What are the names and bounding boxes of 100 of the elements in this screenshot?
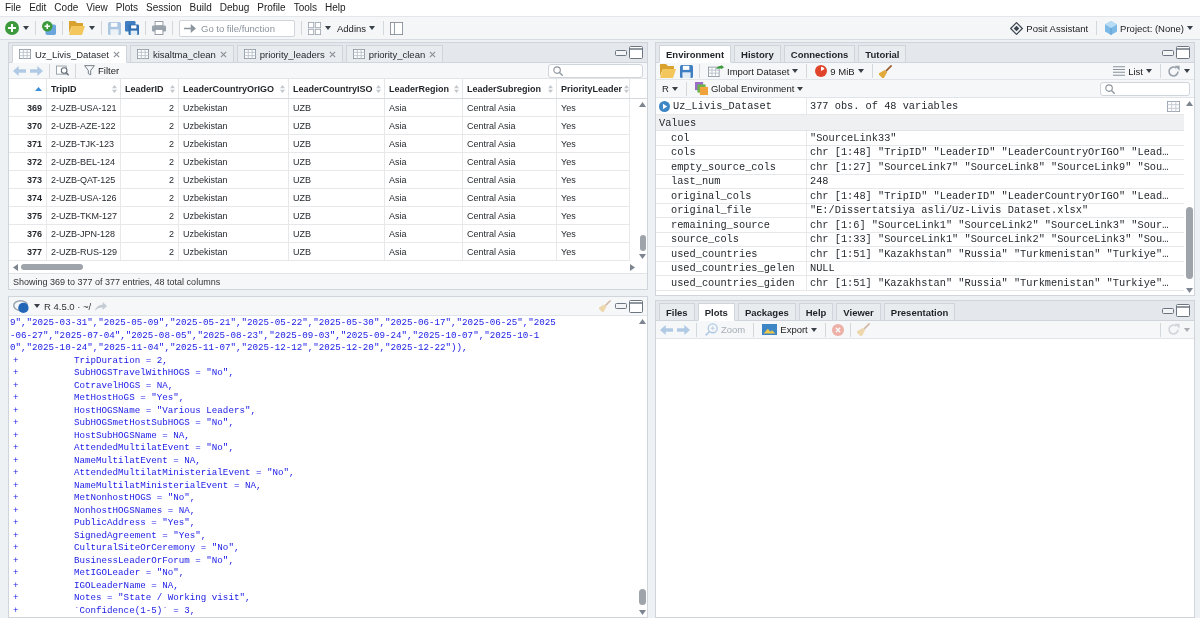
minimize-icon[interactable] (1162, 49, 1174, 56)
scrollbar-thumb[interactable] (639, 235, 646, 251)
table-cell: Central Asia (467, 246, 516, 257)
variable-value: chr [1:33] "SourceLink1" "SourceLink2" "SourceLink3" "Sou… (810, 233, 1169, 246)
caret-icon[interactable] (89, 26, 95, 30)
menu-item[interactable]: Profile (253, 1, 290, 15)
minimize-icon[interactable] (1162, 307, 1174, 314)
menu-item[interactable]: Tools (289, 1, 321, 15)
share-arrow-icon[interactable] (95, 301, 108, 311)
pane-tab[interactable]: priority_clean (345, 45, 444, 63)
caret-icon[interactable] (23, 26, 29, 30)
table-icon (243, 49, 256, 59)
export-button[interactable]: Export (760, 321, 819, 338)
table-cell: Yes (561, 102, 576, 113)
menu-item[interactable]: View (82, 1, 112, 15)
maximize-icon[interactable] (629, 299, 643, 313)
memory-usage-button[interactable]: 9 MiB (813, 62, 866, 80)
pane-tab[interactable]: Files (659, 303, 695, 321)
table-cell: Uzbekistan (183, 246, 228, 257)
status-text: Showing 369 to 377 of 377 entries, 48 total columns (13, 276, 221, 287)
filter-button[interactable]: Filter (82, 62, 122, 79)
pane-tab[interactable]: Uz_Livis_Dataset (12, 45, 127, 63)
sort-icon[interactable] (454, 84, 459, 93)
scrollbar-thumb[interactable] (1185, 207, 1193, 279)
expand-icon[interactable] (659, 100, 670, 112)
table-icon (19, 49, 31, 59)
plus-cube-icon[interactable] (42, 21, 56, 35)
pane-tab[interactable]: Plots (697, 303, 735, 321)
column-header[interactable]: LeaderRegion (385, 79, 463, 98)
pane-tab[interactable]: Packages (737, 303, 796, 321)
panel-layout-icon[interactable] (390, 21, 404, 35)
menu-item[interactable]: Debug (215, 1, 254, 15)
maximize-icon[interactable] (1176, 46, 1190, 59)
save-all-icon[interactable] (125, 21, 139, 35)
addins-button[interactable]: Addins (335, 19, 378, 37)
folder-icon[interactable] (660, 64, 676, 78)
caret-icon[interactable] (325, 26, 331, 30)
minimize-icon[interactable] (615, 303, 627, 309)
maximize-icon[interactable] (629, 46, 643, 59)
menu-item[interactable]: Help (321, 1, 350, 15)
close-icon[interactable] (328, 50, 336, 58)
pane-tab[interactable]: Connections (783, 45, 856, 63)
pane-tab[interactable]: Environment (659, 45, 732, 63)
pane-tab[interactable]: Presentation (883, 303, 956, 321)
column-header[interactable]: LeaderCountryISO (289, 79, 385, 98)
menu-item[interactable]: Plots (111, 1, 142, 15)
maximize-icon[interactable] (1176, 304, 1190, 317)
column-header[interactable]: LeaderSubregion (463, 79, 557, 98)
search-field[interactable] (1100, 81, 1190, 96)
broom-icon[interactable] (878, 64, 892, 78)
pane-tab[interactable]: Tutorial (858, 45, 907, 63)
column-header[interactable]: TripID (47, 79, 121, 98)
pane-tab[interactable]: kisaltma_clean (129, 45, 234, 63)
view-mode-button[interactable]: List (1111, 62, 1154, 80)
pane-tab[interactable]: Help (798, 303, 834, 321)
minimize-icon[interactable] (615, 49, 627, 56)
caret-icon[interactable] (1184, 69, 1190, 73)
environment-button[interactable]: Global Environment (692, 80, 806, 97)
close-icon[interactable] (219, 50, 227, 58)
sort-ascending-icon[interactable] (35, 86, 42, 91)
scrollbar-thumb[interactable] (21, 264, 83, 270)
variable-value: chr [1:48] "TripID" "LeaderID" "LeaderCountryOrIGO" "Lead… (810, 189, 1169, 202)
variable-name: original_file (671, 204, 752, 217)
sort-icon[interactable] (548, 84, 553, 93)
menu-item[interactable]: Edit (25, 1, 51, 15)
sort-icon[interactable] (112, 84, 117, 93)
project-button[interactable]: Project: (None) (1103, 19, 1195, 37)
scroll-up-icon (638, 319, 646, 324)
plus-circle-icon[interactable] (5, 21, 19, 35)
save-icon[interactable] (680, 64, 693, 78)
sort-icon[interactable] (624, 84, 630, 93)
table-cell: Yes (561, 174, 576, 185)
sort-icon[interactable] (280, 84, 285, 93)
column-header[interactable]: LeaderID (121, 79, 179, 98)
stacked-squares-icon (694, 82, 708, 95)
pane-tab[interactable]: Viewer (836, 303, 881, 321)
search-field[interactable] (548, 63, 643, 78)
pane-tab[interactable]: History (734, 45, 781, 63)
sort-icon[interactable] (376, 84, 381, 93)
scrollbar-thumb[interactable] (638, 589, 646, 605)
pane-tab[interactable]: priority_leaders (236, 45, 343, 63)
menu-item[interactable]: Code (50, 1, 83, 15)
language-button[interactable]: R (660, 80, 680, 97)
import-dataset-button[interactable]: Import Dataset (706, 62, 801, 80)
close-icon[interactable] (112, 50, 120, 58)
menu-item[interactable]: File (1, 1, 26, 15)
row-number: 375 (26, 210, 42, 221)
menu-item[interactable]: Session (142, 1, 186, 15)
column-header[interactable]: PriorityLeader (557, 79, 630, 98)
table-icon[interactable] (1167, 100, 1180, 112)
sort-icon[interactable] (170, 84, 175, 93)
printer-icon[interactable] (152, 21, 166, 35)
close-icon[interactable] (429, 50, 437, 58)
assistant-button[interactable]: Posit Assistant (1008, 19, 1091, 37)
window-icon[interactable] (56, 64, 69, 77)
go-to-file-field[interactable]: Go to file/function (179, 19, 295, 37)
column-header[interactable]: LeaderCountryOrIGO (179, 79, 289, 98)
caret-icon[interactable] (34, 304, 40, 308)
caret-icon (1187, 26, 1193, 30)
menu-item[interactable]: Build (185, 1, 216, 15)
